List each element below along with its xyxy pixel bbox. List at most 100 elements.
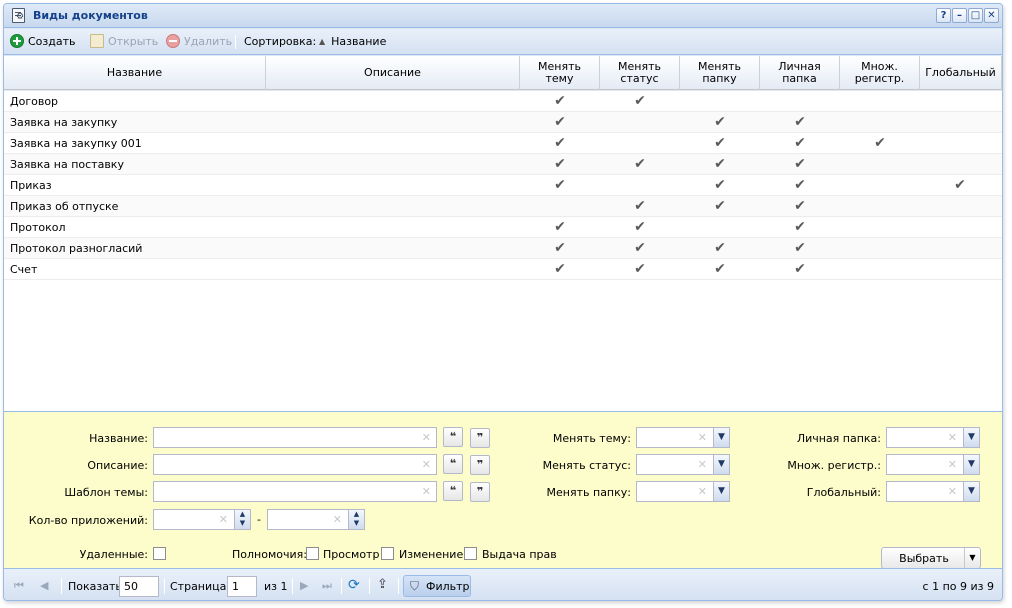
global-combo[interactable]: ✕ ▼ xyxy=(886,481,980,502)
chevron-down-icon[interactable]: ▼ xyxy=(964,548,980,568)
deleted-label: Удаленные: xyxy=(79,548,148,561)
checkmark-icon: ✔ xyxy=(554,219,566,235)
clear-icon[interactable]: ✕ xyxy=(948,458,957,471)
toolbar: Создать Открыть Удалить Сортировка: ▲ Наз… xyxy=(4,29,1002,55)
table-row[interactable]: Заявка на поставку ✔ ✔ ✔ ✔ xyxy=(4,154,1002,175)
sort-ascending-icon: ▲ xyxy=(319,37,326,46)
attachments-min-input[interactable]: ✕ ▲ ▼ xyxy=(153,509,251,530)
close-button[interactable]: ✕ xyxy=(984,8,999,23)
chevron-down-icon[interactable]: ▼ xyxy=(713,427,730,448)
clear-icon[interactable]: ✕ xyxy=(422,485,431,498)
table-row[interactable]: Заявка на закупку 001 ✔ ✔ ✔ ✔ xyxy=(4,133,1002,154)
column-header-change-theme[interactable]: Менять тему xyxy=(520,56,600,90)
clear-icon[interactable]: ✕ xyxy=(422,458,431,471)
table-row[interactable]: Протокол ✔ ✔ ✔ xyxy=(4,217,1002,238)
checkmark-icon: ✔ xyxy=(794,135,806,151)
table-row[interactable]: Договор ✔ ✔ xyxy=(4,91,1002,112)
multi-register-combo[interactable]: ✕ ▼ xyxy=(886,454,980,475)
refresh-icon[interactable]: ⟳ xyxy=(348,577,360,593)
column-header-change-status[interactable]: Менять статус xyxy=(600,56,680,90)
clear-icon[interactable]: ✕ xyxy=(948,431,957,444)
previous-page-icon[interactable]: ◀ xyxy=(40,579,48,592)
table-row[interactable]: Заявка на закупку ✔ ✔ ✔ xyxy=(4,112,1002,133)
change-theme-combo[interactable]: ✕ ▼ xyxy=(636,427,730,448)
column-header-name[interactable]: Название xyxy=(4,56,266,90)
checkmark-icon: ✔ xyxy=(634,156,646,172)
row-name-cell: Приказ об отпуске xyxy=(10,200,119,213)
table-row[interactable]: Приказ ✔ ✔ ✔ ✔ xyxy=(4,175,1002,196)
delete-button[interactable]: Удалить xyxy=(166,34,232,50)
change-folder-combo[interactable]: ✕ ▼ xyxy=(636,481,730,502)
minimize-button[interactable]: – xyxy=(952,8,967,23)
clear-icon[interactable]: ✕ xyxy=(422,431,431,444)
select-button[interactable]: Выбрать ▼ xyxy=(881,547,981,569)
table-row[interactable]: Протокол разногласий ✔ ✔ ✔ ✔ xyxy=(4,238,1002,259)
chevron-down-icon[interactable]: ▼ xyxy=(713,454,730,475)
row-name-cell: Заявка на закупку 001 xyxy=(10,137,142,150)
checkmark-icon: ✔ xyxy=(554,177,566,193)
description-filter-label: Описание: xyxy=(87,459,148,472)
grant-permission-checkbox[interactable] xyxy=(464,547,477,560)
clear-icon[interactable]: ✕ xyxy=(698,485,707,498)
spinner-arrows-icon[interactable]: ▲ ▼ xyxy=(234,509,251,530)
clear-icon[interactable]: ✕ xyxy=(333,513,342,526)
clear-icon[interactable]: ✕ xyxy=(948,485,957,498)
chevron-down-icon[interactable]: ▼ xyxy=(963,427,980,448)
checkmark-icon: ✔ xyxy=(554,156,566,172)
create-button[interactable]: Создать xyxy=(10,34,76,50)
open-button[interactable]: Открыть xyxy=(90,34,158,50)
row-name-cell: Протокол xyxy=(10,221,66,234)
quote-close-button[interactable]: ❞ xyxy=(470,455,490,475)
export-upload-icon[interactable]: ⇪ xyxy=(377,577,388,592)
last-page-icon[interactable]: ⏭ xyxy=(322,579,332,593)
column-header-global[interactable]: Глобальный xyxy=(920,56,1002,90)
sort-by-name-button[interactable]: ▲ Название xyxy=(319,34,386,50)
help-button[interactable]: ? xyxy=(936,8,951,23)
clear-icon[interactable]: ✕ xyxy=(219,513,228,526)
first-page-icon[interactable]: ⏮ xyxy=(14,579,24,593)
quote-open-button[interactable]: ❝ xyxy=(443,481,463,501)
personal-folder-combo[interactable]: ✕ ▼ xyxy=(886,427,980,448)
quote-close-button[interactable]: ❞ xyxy=(470,482,490,502)
clear-icon[interactable]: ✕ xyxy=(698,431,707,444)
quote-open-button[interactable]: ❝ xyxy=(443,454,463,474)
checkmark-icon: ✔ xyxy=(794,219,806,235)
checkmark-icon: ✔ xyxy=(554,93,566,109)
table-row[interactable]: Приказ об отпуске ✔ ✔ ✔ xyxy=(4,196,1002,217)
checkmark-icon: ✔ xyxy=(634,261,646,277)
spinner-arrows-icon[interactable]: ▲ ▼ xyxy=(348,509,365,530)
chevron-down-icon[interactable]: ▼ xyxy=(963,454,980,475)
maximize-button[interactable]: □ xyxy=(968,8,983,23)
toolbar-separator xyxy=(235,35,236,49)
edit-permission-checkbox[interactable] xyxy=(381,547,394,560)
checkmark-icon: ✔ xyxy=(794,198,806,214)
change-status-combo[interactable]: ✕ ▼ xyxy=(636,454,730,475)
row-name-cell: Заявка на закупку xyxy=(10,116,118,129)
column-header-description[interactable]: Описание xyxy=(266,56,520,90)
quote-close-button[interactable]: ❞ xyxy=(470,428,490,448)
description-filter-input[interactable]: ✕ xyxy=(153,454,437,475)
page-number-input[interactable]: 1 xyxy=(227,576,257,597)
pager-separator xyxy=(341,578,342,594)
next-page-icon[interactable]: ▶ xyxy=(300,579,308,592)
view-permission-checkbox[interactable] xyxy=(306,547,319,560)
template-filter-input[interactable]: ✕ xyxy=(153,481,437,502)
clear-icon[interactable]: ✕ xyxy=(698,458,707,471)
column-header-multi-register[interactable]: Множ. регистр. xyxy=(840,56,920,90)
deleted-checkbox[interactable] xyxy=(153,547,166,560)
table-row[interactable]: Счет ✔ ✔ ✔ ✔ xyxy=(4,259,1002,280)
attachments-max-input[interactable]: ✕ ▲ ▼ xyxy=(267,509,365,530)
quote-open-button[interactable]: ❝ xyxy=(443,427,463,447)
column-header-change-folder[interactable]: Менять папку xyxy=(680,56,760,90)
chevron-down-icon[interactable]: ▼ xyxy=(963,481,980,502)
multi-register-filter-label: Множ. регистр.: xyxy=(787,459,881,472)
filter-toggle-button[interactable]: ⛉ Фильтр xyxy=(403,575,471,597)
name-filter-input[interactable]: ✕ xyxy=(153,427,437,448)
page-size-input[interactable]: 50 xyxy=(119,576,159,597)
pager-separator xyxy=(369,578,370,594)
checkmark-icon: ✔ xyxy=(554,135,566,151)
column-header-personal-folder[interactable]: Личная папка xyxy=(760,56,840,90)
sort-label: Сортировка: xyxy=(244,35,317,48)
chevron-down-icon[interactable]: ▼ xyxy=(713,481,730,502)
create-label: Создать xyxy=(28,35,76,48)
